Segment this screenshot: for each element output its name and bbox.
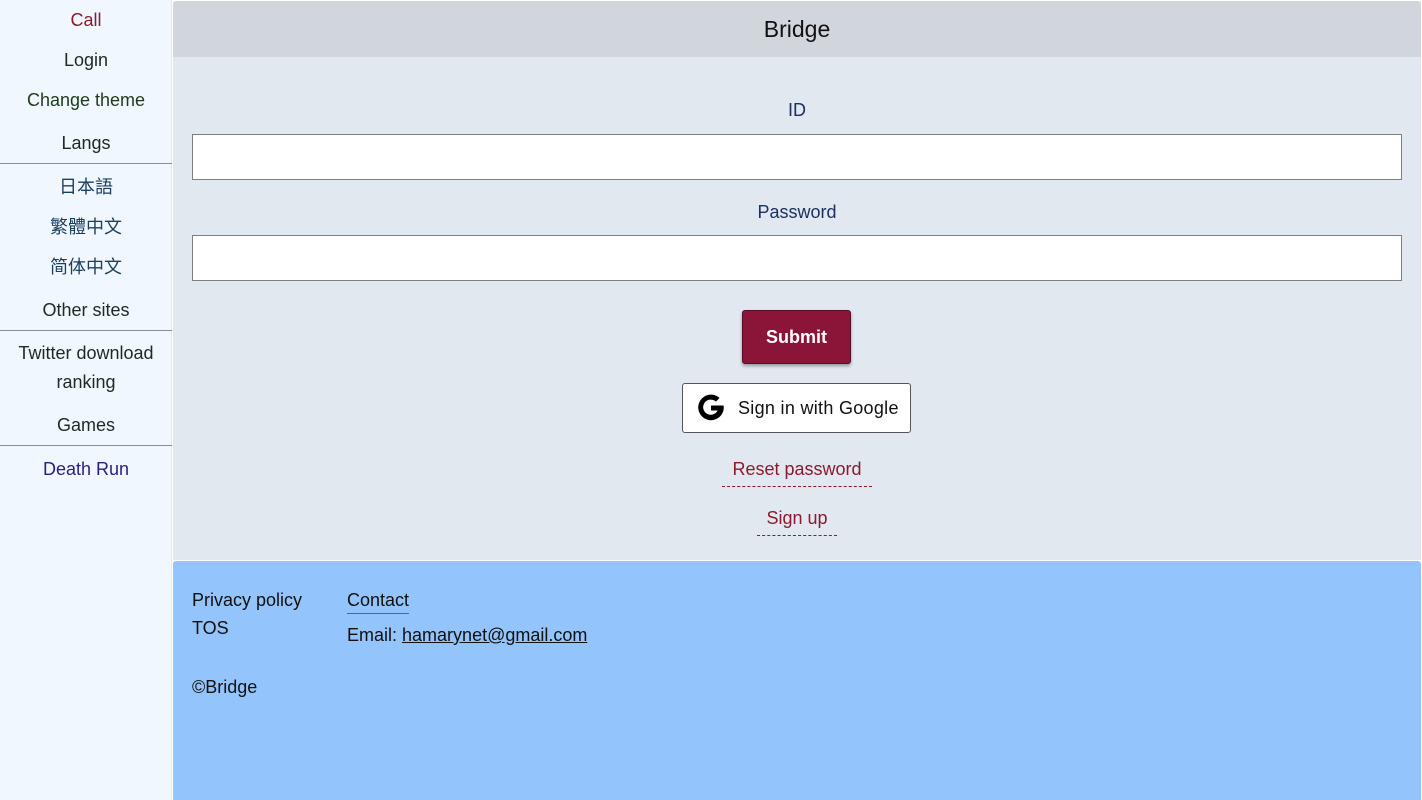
sidebar-divider [0,330,172,331]
sign-up-link[interactable]: Sign up [757,508,837,536]
email-link[interactable]: hamarynet@gmail.com [402,625,587,645]
tos-link[interactable]: TOS [192,618,229,639]
google-sign-in-button[interactable]: Sign in with Google [682,383,911,433]
sidebar-section-langs: Langs [61,133,111,153]
sidebar-item-twitter-line1: Twitter download [18,343,154,363]
sidebar-item-lang-japanese[interactable]: 日本語 [0,173,172,202]
password-label: Password [757,202,837,222]
sidebar-item-lang-simplified-chinese[interactable]: 简体中文 [0,253,172,282]
sidebar-item-twitter-line2: ranking [56,372,116,392]
page-title: Bridge [173,1,1421,57]
id-label: ID [788,100,806,120]
privacy-policy-link[interactable]: Privacy policy [192,590,302,611]
sidebar-item-call[interactable]: Call [0,6,172,35]
sidebar: Call Login Change theme Langs 日本語 繁體中文 简… [0,0,172,800]
sidebar-divider [0,163,172,164]
google-sign-in-label: Sign in with Google [738,397,899,418]
email-row: Email: hamarynet@gmail.com [347,625,587,646]
sidebar-section-games: Games [56,415,116,435]
sidebar-divider [0,445,172,446]
sidebar-item-login[interactable]: Login [0,46,172,75]
sidebar-item-change-theme[interactable]: Change theme [0,86,172,115]
contact-heading: Contact [347,590,410,614]
page: Call Login Change theme Langs 日本語 繁體中文 简… [0,0,1422,800]
sidebar-item-lang-traditional-chinese[interactable]: 繁體中文 [0,213,172,242]
sidebar-item-twitter-ranking[interactable]: Twitter download ranking [0,339,172,397]
footer: Privacy policy TOS Contact Email: hamary… [173,561,1421,800]
google-icon [695,391,729,425]
login-form: ID Password Submit Sign in with Google R… [173,57,1421,560]
id-input[interactable] [192,134,1402,180]
reset-password-link[interactable]: Reset password [722,459,872,487]
email-label: Email: [347,625,398,645]
sidebar-item-death-run[interactable]: Death Run [0,455,172,484]
password-input[interactable] [192,235,1402,281]
sidebar-section-other-sites: Other sites [42,300,130,320]
copyright: ©Bridge [192,677,258,697]
submit-button[interactable]: Submit [742,310,851,364]
